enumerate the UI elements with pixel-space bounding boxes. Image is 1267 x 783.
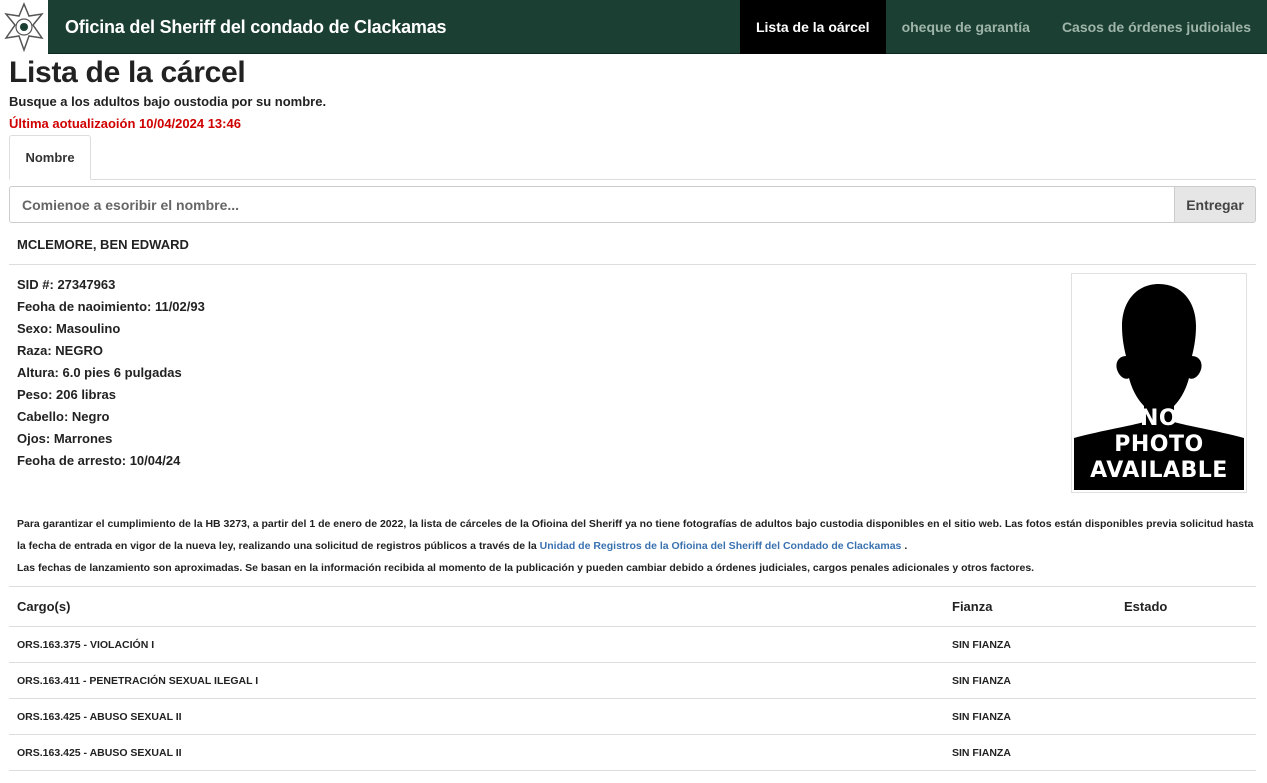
nav-bail-check[interactable]: oheque de garantía [886, 0, 1046, 54]
header-bail: Fianza [952, 599, 993, 614]
nav-jail-list[interactable]: Lista de la oárcel [739, 0, 886, 54]
bail-cell: SIN FIANZA [952, 675, 1011, 687]
detail-sid: SID #: 27347963 [17, 277, 116, 292]
header-status: Estado [1124, 599, 1168, 614]
charge-cell: ORS.163.411 - PENETRACIÓN SEXUAL ILEGAL … [17, 675, 259, 687]
detail-arrest-date: Feoha de arresto: 10/04/24 [17, 453, 181, 468]
header-charges: Cargo(s) [17, 599, 71, 614]
bail-cell: SIN FIANZA [952, 639, 1011, 651]
sheriff-star-badge-icon[interactable] [0, 0, 48, 54]
search-tabs: Nombre [9, 135, 1256, 180]
tab-name[interactable]: Nombre [9, 135, 91, 180]
detail-birth-date: Feoha de naoimiento: 11/02/93 [17, 299, 205, 314]
detail-hair: Cabello: Negro [17, 409, 110, 424]
records-unit-link[interactable]: Unidad de Registros de la Ofioina del Sh… [540, 540, 902, 552]
charge-cell: ORS.163.425 - ABUSO SEXUAL II [17, 711, 182, 723]
table-row: ORS.163.425 - ABUSO SEXUAL II SIN FIANZA [9, 735, 1256, 771]
search-bar: Entregar [9, 186, 1256, 223]
table-row: ORS.163.375 - VIOLACIÓN I SIN FIANZA [9, 627, 1256, 663]
top-navbar: Oficina del Sheriff del condado de Clack… [0, 0, 1267, 54]
photo-text-line-3: AVAILABLE [1090, 458, 1228, 483]
charge-cell: ORS.163.375 - VIOLACIÓN I [17, 639, 155, 651]
page-title: Lista de la cárcel [9, 56, 246, 89]
detail-height: Altura: 6.0 pies 6 pulgadas [17, 365, 182, 380]
inmate-details: SID #: 27347963 Feoha de naoimiento: 11/… [17, 276, 205, 474]
inmate-name: MCLEMORE, BEN EDWARD [17, 237, 189, 252]
name-search-input[interactable] [9, 186, 1174, 223]
notice-paragraph-2: Las fechas de lanzamiento son aproximada… [17, 562, 1035, 574]
inmate-photo: NO PHOTO AVAILABLE [1071, 273, 1247, 493]
photo-text-line-1: NO [1139, 406, 1179, 431]
table-row: ORS.163.425 - ABUSO SEXUAL II SIN FIANZA [9, 699, 1256, 735]
detail-race: Raza: NEGRO [17, 343, 103, 358]
detail-weight: Peso: 206 libras [17, 387, 116, 402]
last-updated: Última aotualizaoión 10/04/2024 13:46 [9, 116, 241, 131]
notice-paragraph-1: Para garantizar el cumplimiento de la HB… [17, 513, 1257, 557]
charges-table-header: Cargo(s) Fianza Estado [9, 587, 1256, 627]
nav-court-cases[interactable]: Casos de órdenes judioiales [1046, 0, 1267, 54]
charge-cell: ORS.163.425 - ABUSO SEXUAL II [17, 747, 182, 759]
divider [9, 264, 1256, 265]
photo-text-line-2: PHOTO [1114, 432, 1204, 457]
detail-sex: Sexo: Masoulino [17, 321, 121, 336]
no-photo-placeholder: NO PHOTO AVAILABLE [1074, 276, 1244, 490]
detail-eyes: Ojos: Marrones [17, 431, 113, 446]
notice-text-end: . [904, 540, 908, 552]
photo-policy-notice: Para garantizar el cumplimiento de la HB… [17, 513, 1257, 579]
page-subtitle: Busque a los adultos bajo oustodia por s… [9, 94, 327, 109]
site-title[interactable]: Oficina del Sheriff del condado de Clack… [65, 0, 447, 54]
bail-cell: SIN FIANZA [952, 711, 1011, 723]
table-row: ORS.163.411 - PENETRACIÓN SEXUAL ILEGAL … [9, 663, 1256, 699]
submit-button[interactable]: Entregar [1174, 186, 1256, 223]
main-nav: Lista de la oárcel oheque de garantía Ca… [739, 0, 1267, 54]
bail-cell: SIN FIANZA [952, 747, 1011, 759]
